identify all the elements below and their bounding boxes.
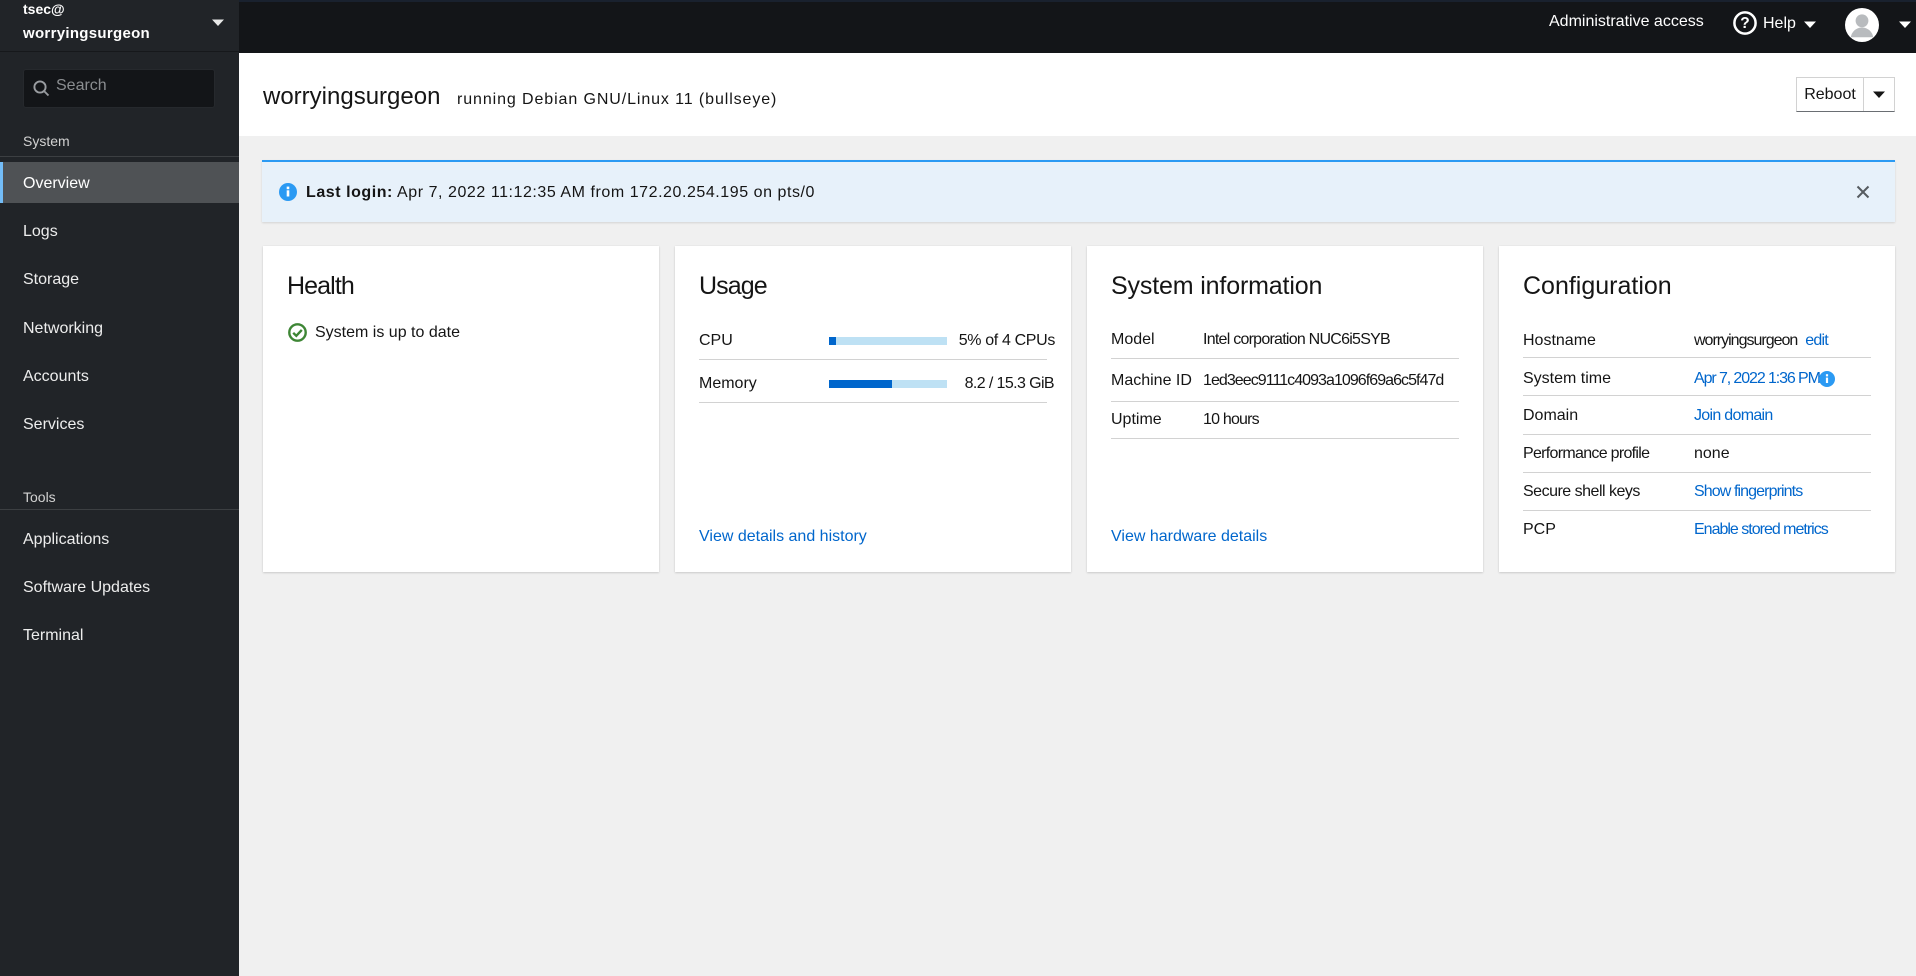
svg-text:?: ? [1740,15,1749,32]
